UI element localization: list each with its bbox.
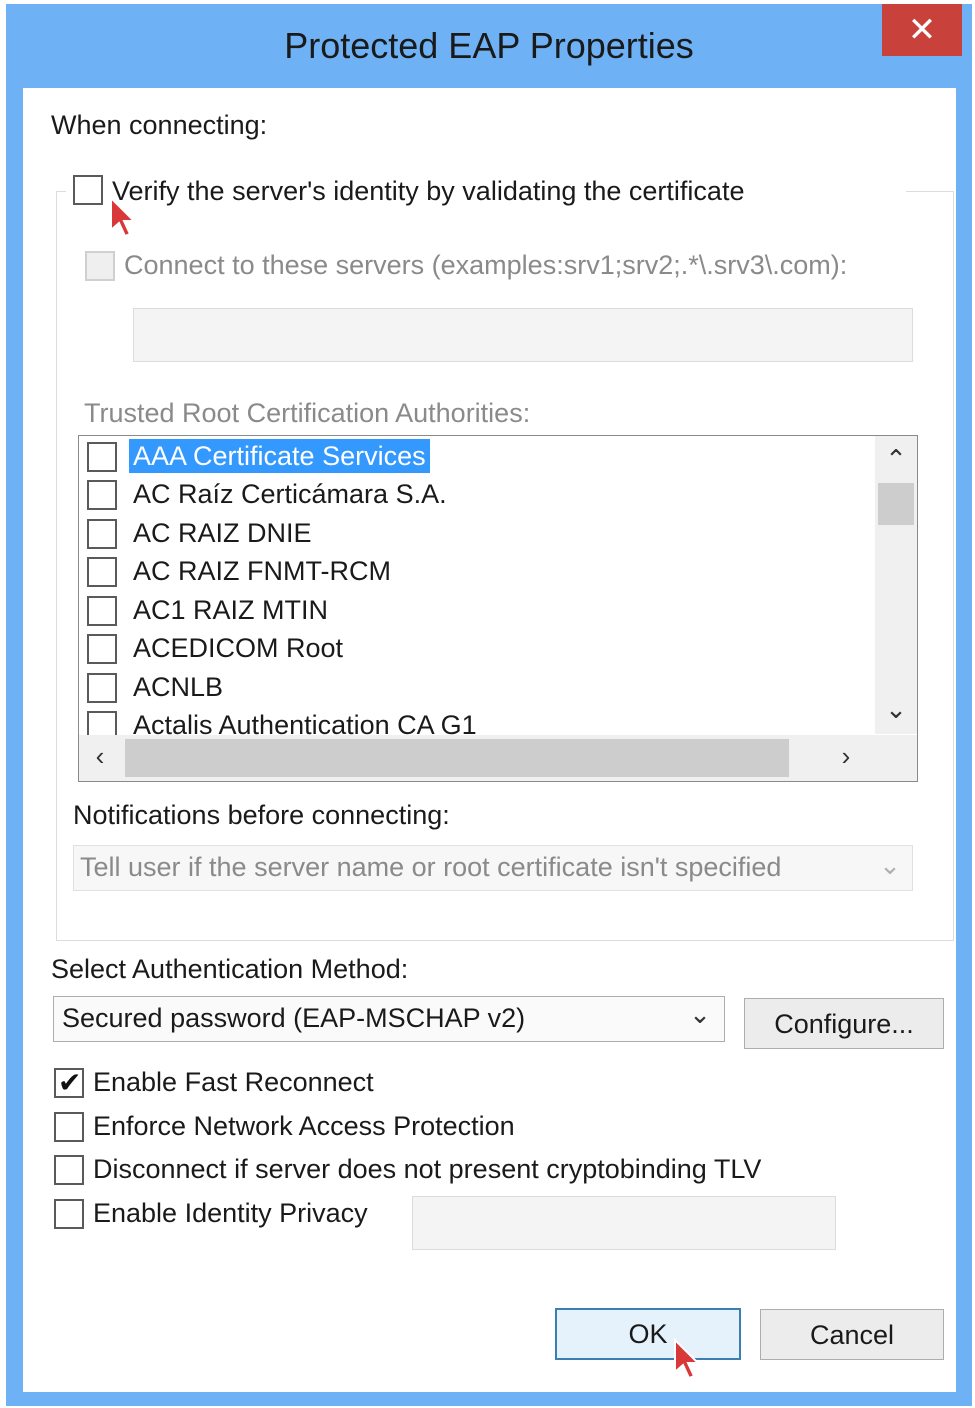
fast-reconnect-label[interactable]: Enable Fast Reconnect — [93, 1067, 374, 1098]
list-item-checkbox[interactable] — [87, 673, 117, 703]
ok-button[interactable]: OK — [555, 1308, 741, 1360]
mouse-cursor-icon — [674, 1338, 701, 1380]
when-connecting-label: When connecting: — [51, 110, 268, 140]
connect-servers-label: Connect to these servers (examples:srv1;… — [124, 250, 848, 280]
list-item-checkbox[interactable] — [87, 480, 117, 510]
list-item-checkbox[interactable] — [87, 519, 117, 549]
verify-identity-checkbox[interactable] — [73, 175, 103, 205]
dialog-window: Protected EAP Properties ✕ When connecti… — [6, 4, 972, 1406]
auth-method-label: Select Authentication Method: — [51, 954, 409, 984]
trusted-roots-label: Trusted Root Certification Authorities: — [84, 398, 531, 428]
connect-servers-input — [133, 308, 913, 362]
identity-privacy-checkbox[interactable] — [54, 1199, 84, 1229]
fast-reconnect-checkbox[interactable] — [54, 1066, 84, 1099]
scroll-down-icon[interactable]: ⌄ — [875, 694, 917, 725]
trusted-roots-list[interactable]: AAA Certificate Services AC Raíz Certicá… — [78, 435, 918, 782]
list-item-label[interactable]: AC1 RAIZ MTIN — [129, 593, 332, 627]
configure-button[interactable]: Configure... — [744, 998, 944, 1049]
auth-method-value: Secured password (EAP-MSCHAP v2) — [62, 1003, 526, 1033]
chevron-down-icon: ⌄ — [879, 850, 901, 880]
identity-privacy-label[interactable]: Enable Identity Privacy — [93, 1198, 368, 1229]
list-item-checkbox[interactable] — [87, 634, 117, 664]
list-item-label[interactable]: ACNLB — [129, 670, 227, 704]
list-item-checkbox[interactable] — [87, 442, 117, 472]
cryptobinding-checkbox[interactable] — [54, 1155, 84, 1185]
verify-identity-label[interactable]: Verify the server's identity by validati… — [112, 176, 744, 207]
enforce-nap-checkbox[interactable] — [54, 1112, 84, 1142]
notifications-label: Notifications before connecting: — [73, 800, 450, 830]
cancel-button[interactable]: Cancel — [760, 1309, 944, 1360]
identity-privacy-input — [412, 1196, 836, 1250]
list-item-label[interactable]: AC Raíz Certicámara S.A. — [129, 477, 451, 511]
mouse-cursor-icon — [110, 196, 137, 238]
enforce-nap-label[interactable]: Enforce Network Access Protection — [93, 1111, 515, 1142]
list-item-label[interactable]: AC RAIZ DNIE — [129, 516, 316, 550]
horizontal-scrollbar[interactable]: ‹ › — [79, 735, 917, 781]
list-item-label[interactable]: ACEDICOM Root — [129, 631, 347, 665]
chevron-down-icon: ⌄ — [689, 999, 711, 1029]
cryptobinding-label[interactable]: Disconnect if server does not present cr… — [93, 1154, 761, 1185]
dialog-client: When connecting: Verify the server's ide… — [23, 88, 956, 1392]
close-icon: ✕ — [907, 11, 937, 49]
connect-servers-checkbox — [85, 251, 115, 281]
scroll-right-icon[interactable]: › — [831, 741, 861, 772]
notifications-select: Tell user if the server name or root cer… — [73, 845, 913, 891]
vertical-scrollbar[interactable]: ⌃ ⌄ — [875, 436, 917, 734]
window-title: Protected EAP Properties — [284, 25, 694, 66]
list-item-label[interactable]: AAA Certificate Services — [129, 439, 430, 473]
list-item-checkbox[interactable] — [87, 557, 117, 587]
notifications-value: Tell user if the server name or root cer… — [80, 852, 782, 882]
scroll-left-icon[interactable]: ‹ — [85, 741, 115, 772]
scroll-up-icon[interactable]: ⌃ — [875, 444, 917, 475]
auth-method-select[interactable]: Secured password (EAP-MSCHAP v2) ⌄ — [53, 996, 725, 1042]
list-item-checkbox[interactable] — [87, 596, 117, 626]
vertical-scroll-thumb[interactable] — [878, 483, 914, 525]
horizontal-scroll-thumb[interactable] — [125, 739, 789, 777]
list-item-label[interactable]: AC RAIZ FNMT-RCM — [129, 554, 395, 588]
close-button[interactable]: ✕ — [882, 4, 962, 56]
